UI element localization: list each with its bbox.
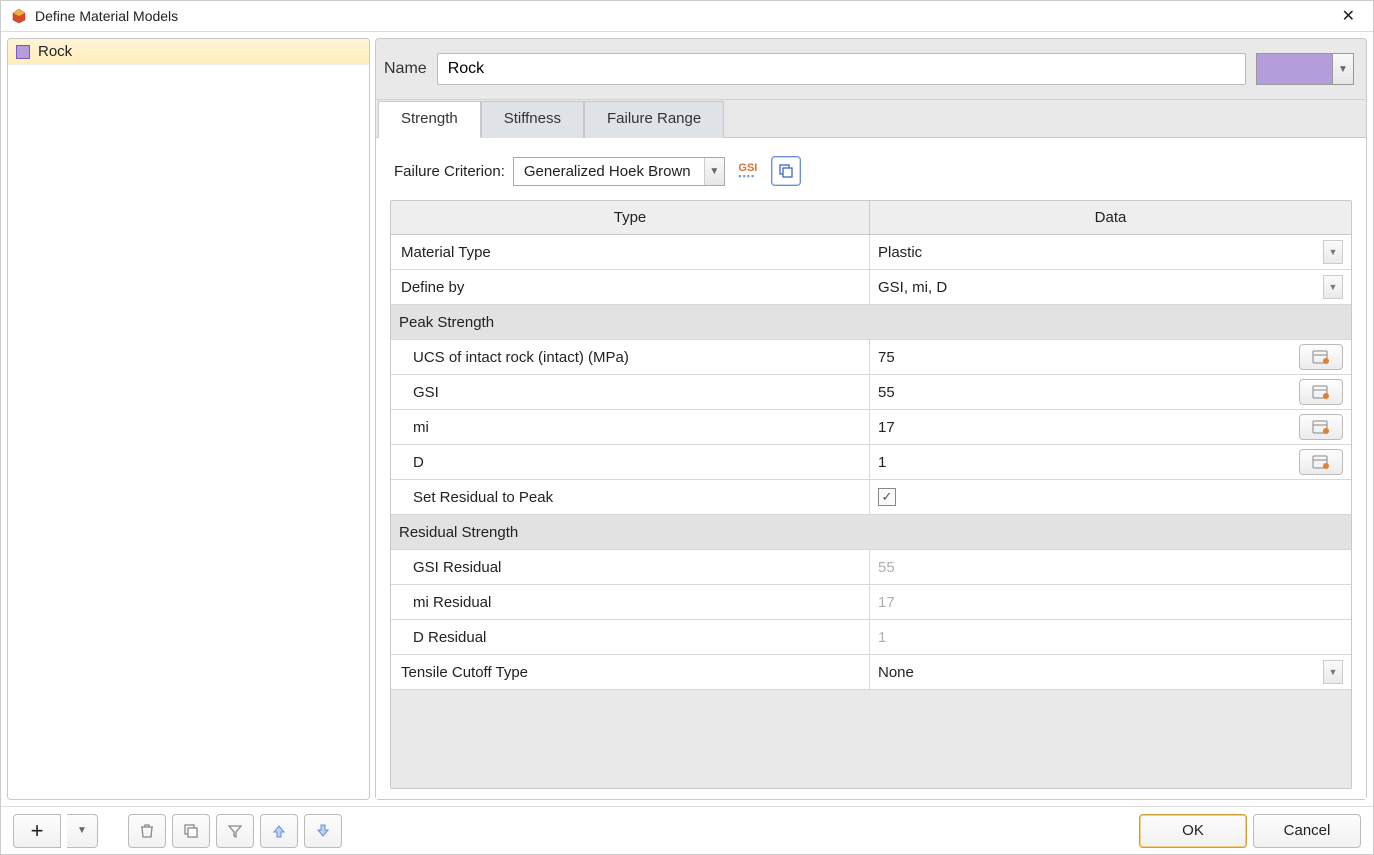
delete-button[interactable]: [128, 814, 166, 848]
material-item-label: Rock: [38, 43, 72, 60]
mi-residual-value: 17: [878, 594, 1343, 611]
gsi-value[interactable]: 55: [878, 384, 1293, 401]
tab-strip: Strength Stiffness Failure Range: [376, 100, 1366, 137]
app-icon: [11, 8, 27, 24]
material-color-swatch: [16, 45, 30, 59]
add-button[interactable]: +: [13, 814, 61, 848]
gsi-edit-button[interactable]: [1299, 379, 1343, 405]
ok-button[interactable]: OK: [1139, 814, 1247, 848]
section-header-residual: Residual Strength: [391, 515, 1351, 549]
color-picker[interactable]: ▼: [1256, 53, 1354, 85]
row-label-set-residual: Set Residual to Peak: [391, 480, 870, 514]
row-label-ucs: UCS of intact rock (intact) (MPa): [391, 340, 870, 374]
row-label-d: D: [391, 445, 870, 479]
row-label-tensile-cutoff: Tensile Cutoff Type: [391, 655, 870, 689]
copy-parameters-button[interactable]: [771, 156, 801, 186]
close-icon[interactable]: ✕: [1334, 4, 1363, 28]
window-title: Define Material Models: [35, 8, 178, 24]
duplicate-button[interactable]: [172, 814, 210, 848]
chevron-down-icon[interactable]: ▼: [1323, 240, 1343, 264]
material-type-value[interactable]: Plastic: [878, 244, 1317, 261]
title-bar: Define Material Models ✕: [1, 1, 1373, 32]
row-label-material-type: Material Type: [391, 235, 870, 269]
set-residual-checkbox[interactable]: ✓: [878, 488, 896, 506]
parameters-grid: Type Data Material Type Plastic ▼ Define…: [390, 200, 1352, 789]
failure-criterion-value: Generalized Hoek Brown: [514, 158, 704, 185]
tensile-cutoff-value[interactable]: None: [878, 664, 1317, 681]
row-label-mi: mi: [391, 410, 870, 444]
color-swatch: [1256, 53, 1332, 85]
name-label: Name: [384, 60, 427, 78]
row-label-define-by: Define by: [391, 270, 870, 304]
gsi-calculator-button[interactable]: GSI ▪▪▪▪: [733, 156, 763, 186]
column-header-data: Data: [870, 201, 1351, 235]
define-by-value[interactable]: GSI, mi, D: [878, 279, 1317, 296]
chevron-down-icon[interactable]: ▼: [1323, 275, 1343, 299]
d-value[interactable]: 1: [878, 454, 1293, 471]
gsi-residual-value: 55: [878, 559, 1343, 576]
footer-toolbar: + ▼ OK Cancel: [1, 806, 1373, 854]
tab-strength[interactable]: Strength: [378, 101, 481, 138]
failure-criterion-select[interactable]: Generalized Hoek Brown ▼: [513, 157, 725, 186]
row-label-gsi-residual: GSI Residual: [391, 550, 870, 584]
name-input[interactable]: [437, 53, 1246, 85]
cancel-button[interactable]: Cancel: [1253, 814, 1361, 848]
d-edit-button[interactable]: [1299, 449, 1343, 475]
row-label-gsi: GSI: [391, 375, 870, 409]
row-label-mi-residual: mi Residual: [391, 585, 870, 619]
ucs-value[interactable]: 75: [878, 349, 1293, 366]
failure-criterion-label: Failure Criterion:: [394, 163, 505, 180]
mi-edit-button[interactable]: [1299, 414, 1343, 440]
section-header-peak: Peak Strength: [391, 305, 1351, 339]
chevron-down-icon[interactable]: ▼: [1332, 53, 1354, 85]
material-item-rock[interactable]: Rock: [8, 39, 369, 65]
material-list[interactable]: Rock: [7, 38, 370, 800]
tab-stiffness[interactable]: Stiffness: [481, 101, 584, 138]
chevron-down-icon[interactable]: ▼: [704, 158, 724, 185]
d-residual-value: 1: [878, 629, 1343, 646]
move-down-button[interactable]: [304, 814, 342, 848]
move-up-button[interactable]: [260, 814, 298, 848]
chevron-down-icon[interactable]: ▼: [1323, 660, 1343, 684]
column-header-type: Type: [391, 201, 870, 235]
ucs-edit-button[interactable]: [1299, 344, 1343, 370]
row-label-d-residual: D Residual: [391, 620, 870, 654]
add-dropdown[interactable]: ▼: [67, 814, 98, 848]
mi-value[interactable]: 17: [878, 419, 1293, 436]
filter-button[interactable]: [216, 814, 254, 848]
tab-failure-range[interactable]: Failure Range: [584, 101, 724, 138]
